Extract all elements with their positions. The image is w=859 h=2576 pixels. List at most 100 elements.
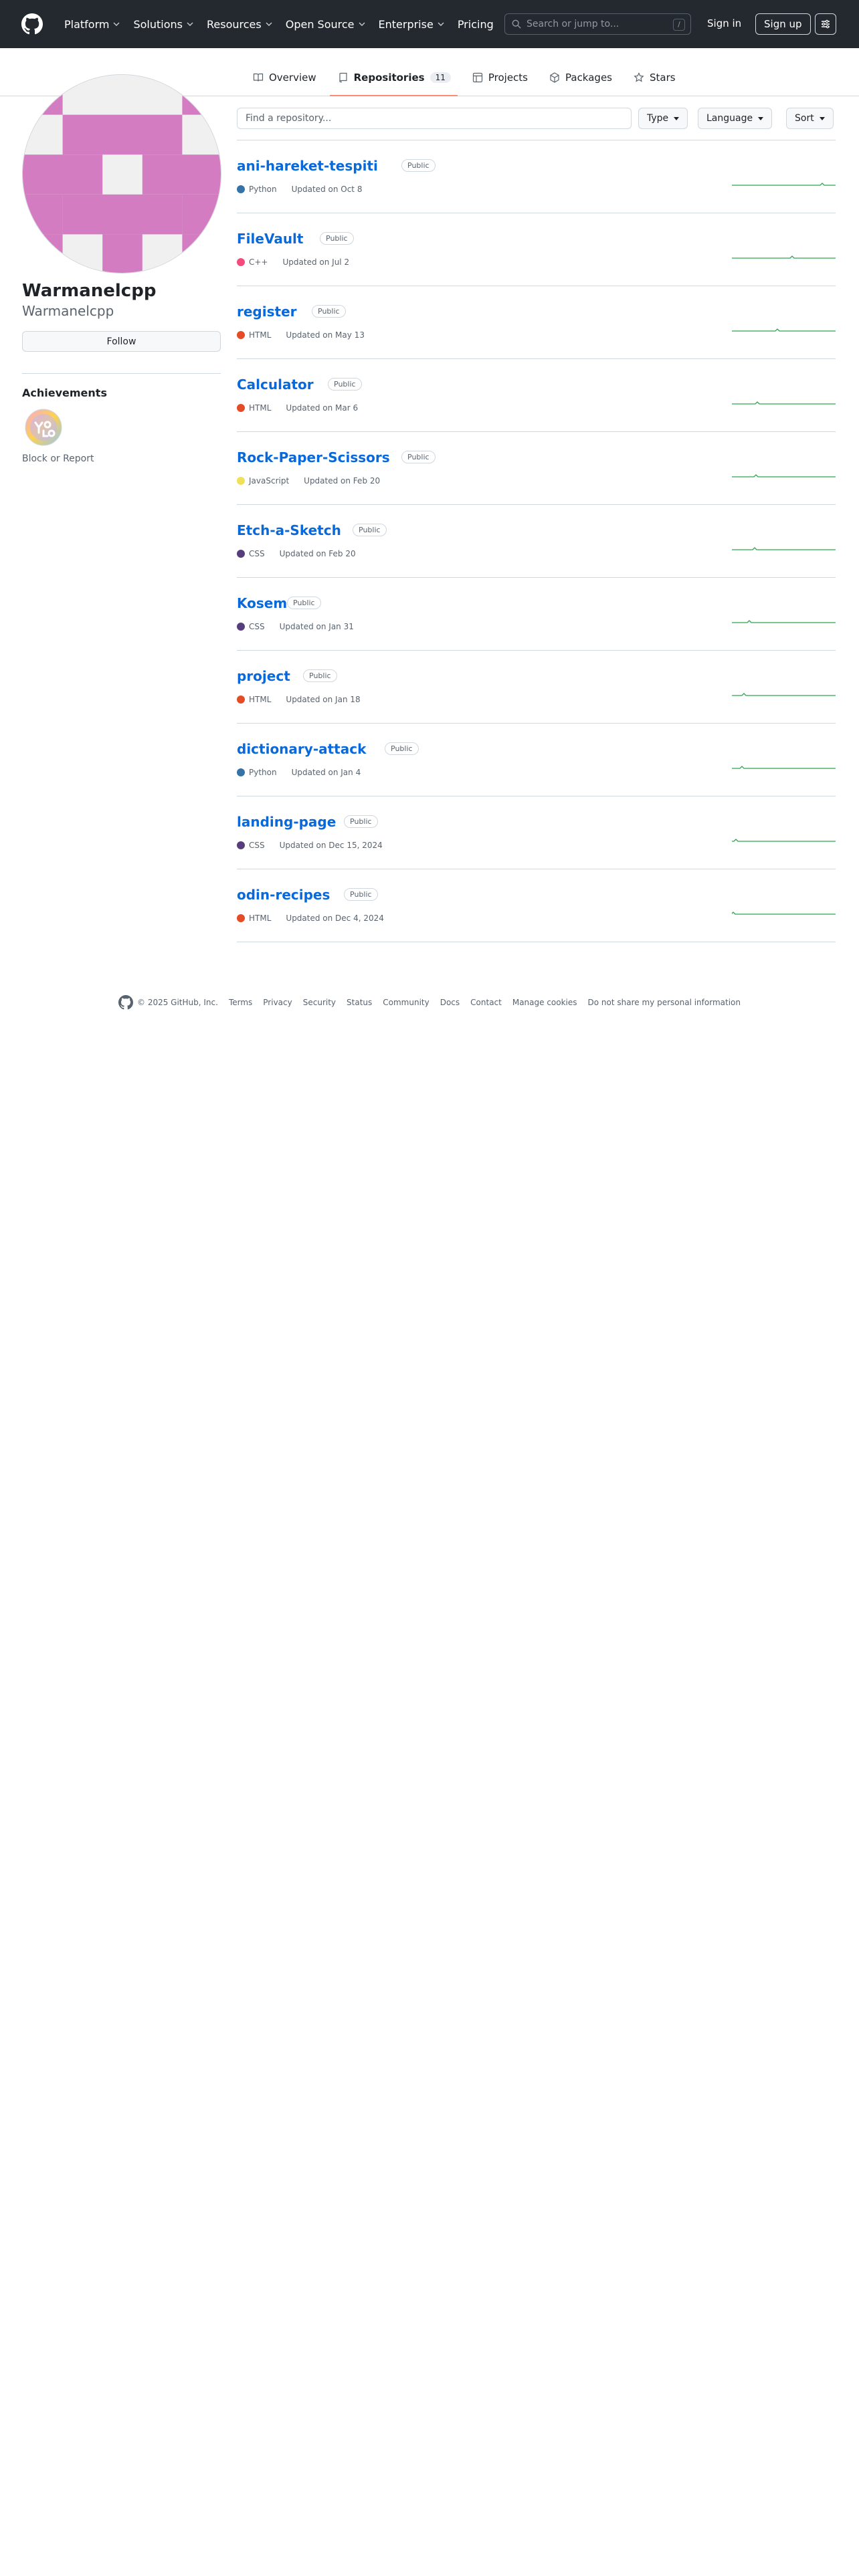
repo-name-link[interactable]: Calculator — [237, 377, 314, 393]
profile-login: Warmanelcpp — [22, 303, 114, 319]
chevron-down-icon — [113, 22, 120, 26]
search-placeholder: Search or jump to... — [527, 19, 619, 29]
language-color-dot — [237, 914, 245, 922]
repo-meta: C++ Updated on Jul 2 — [237, 257, 349, 267]
visibility-badge: Public — [344, 815, 378, 828]
footer-link-community[interactable]: Community — [383, 998, 429, 1007]
visibility-badge: Public — [287, 597, 321, 609]
repo-name-link[interactable]: ani-hareket-tespiti — [237, 158, 378, 174]
language-filter-label: Language — [706, 113, 753, 124]
top-header: Platform Solutions Resources Open Source… — [0, 0, 859, 48]
repo-name-link[interactable]: landing-page — [237, 814, 336, 830]
tab-stars[interactable]: Stars — [626, 67, 682, 88]
tab-repositories[interactable]: Repositories 11 — [329, 67, 458, 96]
repo-name-link[interactable]: Rock-Paper-Scissors — [237, 449, 390, 465]
repo-updated: Updated on Mar 6 — [286, 403, 359, 413]
nav-label: Open Source — [285, 17, 355, 31]
chevron-down-icon — [359, 22, 365, 26]
repo-name-link[interactable]: dictionary-attack — [237, 741, 366, 757]
repo-meta: HTML Updated on Jan 18 — [237, 695, 361, 704]
repo-meta: Python Updated on Oct 8 — [237, 185, 362, 194]
tab-label: Projects — [488, 72, 528, 84]
visibility-badge: Public — [344, 888, 378, 901]
footer-link-security[interactable]: Security — [303, 998, 336, 1007]
repo-language: HTML — [249, 403, 272, 413]
repo-language: JavaScript — [249, 476, 290, 486]
repo-updated: Updated on Jan 18 — [286, 695, 361, 704]
identicon-image — [23, 75, 221, 273]
visibility-badge: Public — [401, 451, 436, 463]
repo-updated: Updated on Feb 20 — [304, 476, 381, 486]
repo-language: CSS — [249, 841, 265, 850]
repo-meta: CSS Updated on Jan 31 — [237, 622, 354, 631]
language-filter-button[interactable]: Language — [698, 108, 773, 129]
footer-link-status[interactable]: Status — [347, 998, 372, 1007]
star-icon — [634, 72, 644, 82]
language-color-dot — [237, 331, 245, 339]
footer-link-terms[interactable]: Terms — [229, 998, 252, 1007]
nav-label: Resources — [207, 17, 262, 31]
nav-label: Solutions — [133, 17, 183, 31]
nav-solutions[interactable]: Solutions — [133, 18, 193, 31]
nav-platform[interactable]: Platform — [64, 18, 120, 31]
tab-packages[interactable]: Packages — [541, 67, 619, 88]
profile-name: Warmanelcpp — [22, 281, 157, 301]
repo-meta: Python Updated on Jan 4 — [237, 768, 361, 777]
repo-name-link[interactable]: FileVault — [237, 231, 303, 247]
type-filter-button[interactable]: Type — [638, 108, 688, 129]
chevron-down-icon — [187, 22, 193, 26]
footer-link-docs[interactable]: Docs — [440, 998, 460, 1007]
sign-up-button[interactable]: Sign up — [755, 13, 811, 35]
sort-filter-label: Sort — [795, 113, 814, 124]
language-color-dot — [237, 695, 245, 704]
sort-filter-button[interactable]: Sort — [786, 108, 834, 129]
tab-overview[interactable]: Overview — [245, 67, 323, 88]
footer-link-do-not-share[interactable]: Do not share my personal information — [588, 998, 741, 1007]
yolo-achievement-icon[interactable] — [24, 408, 63, 447]
repo-item: ani-hareket-tespiti Public Python Updated o… — [237, 140, 836, 213]
tab-label: Repositories — [353, 72, 425, 84]
activity-sparkline — [732, 183, 836, 186]
sign-in-link[interactable]: Sign in — [707, 17, 741, 29]
nav-label: Platform — [64, 17, 110, 31]
language-color-dot — [237, 623, 245, 631]
repo-updated: Updated on May 13 — [286, 330, 365, 340]
search-input[interactable]: Search or jump to... / — [504, 13, 691, 35]
repo-updated: Updated on Dec 4, 2024 — [286, 914, 384, 923]
repo-updated: Updated on Dec 15, 2024 — [279, 841, 383, 850]
footer-link-privacy[interactable]: Privacy — [263, 998, 292, 1007]
nav-resources[interactable]: Resources — [207, 18, 272, 31]
repo-meta: CSS Updated on Dec 15, 2024 — [237, 841, 383, 850]
follow-button[interactable]: Follow — [22, 331, 221, 352]
tab-projects[interactable]: Projects — [464, 67, 535, 88]
activity-sparkline — [732, 693, 836, 696]
repo-language: CSS — [249, 622, 265, 631]
footer-link-contact[interactable]: Contact — [470, 998, 502, 1007]
sidebar-divider — [22, 373, 221, 374]
header-menu-button[interactable] — [815, 13, 836, 35]
activity-sparkline — [732, 620, 836, 623]
repo-language: HTML — [249, 695, 272, 704]
repo-name-link[interactable]: Etch-a-Sketch — [237, 522, 341, 538]
activity-sparkline — [732, 474, 836, 477]
footer-copyright: © 2025 GitHub, Inc. — [137, 998, 218, 1007]
block-report-link[interactable]: Block or Report — [22, 453, 94, 464]
github-mark-icon[interactable] — [118, 995, 133, 1010]
language-color-dot — [237, 258, 245, 266]
footer-link-manage-cookies[interactable]: Manage cookies — [512, 998, 577, 1007]
find-repository-input[interactable]: Find a repository... — [237, 108, 632, 129]
github-logo-icon[interactable] — [21, 13, 43, 35]
repo-language: Python — [249, 185, 277, 194]
nav-enterprise[interactable]: Enterprise — [379, 18, 444, 31]
activity-sparkline — [732, 911, 836, 915]
repo-name-link[interactable]: Kosem — [237, 595, 287, 611]
repo-language: C++ — [249, 257, 268, 267]
repo-name-link[interactable]: register — [237, 304, 297, 320]
repo-name-link[interactable]: odin-recipes — [237, 887, 330, 903]
visibility-badge: Public — [312, 305, 346, 318]
tab-label: Stars — [650, 72, 676, 84]
repo-name-link[interactable]: project — [237, 668, 290, 684]
nav-pricing[interactable]: Pricing — [458, 18, 494, 31]
repo-count-badge: 11 — [430, 72, 451, 83]
nav-open-source[interactable]: Open Source — [286, 18, 365, 31]
